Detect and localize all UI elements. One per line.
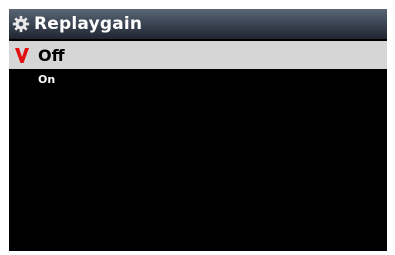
page-title: Replaygain <box>34 14 143 34</box>
option-list: Off On <box>9 41 387 91</box>
menu-item-on[interactable]: On <box>9 69 387 91</box>
menu-item-label: Off <box>38 45 65 65</box>
menu-item-off[interactable]: Off <box>9 41 387 69</box>
menu-item-label: On <box>38 72 56 86</box>
device-screen: Replaygain Off On <box>9 9 387 251</box>
gear-icon <box>12 15 30 33</box>
title-bar: Replaygain <box>9 9 387 39</box>
checkmark-icon <box>15 48 29 63</box>
